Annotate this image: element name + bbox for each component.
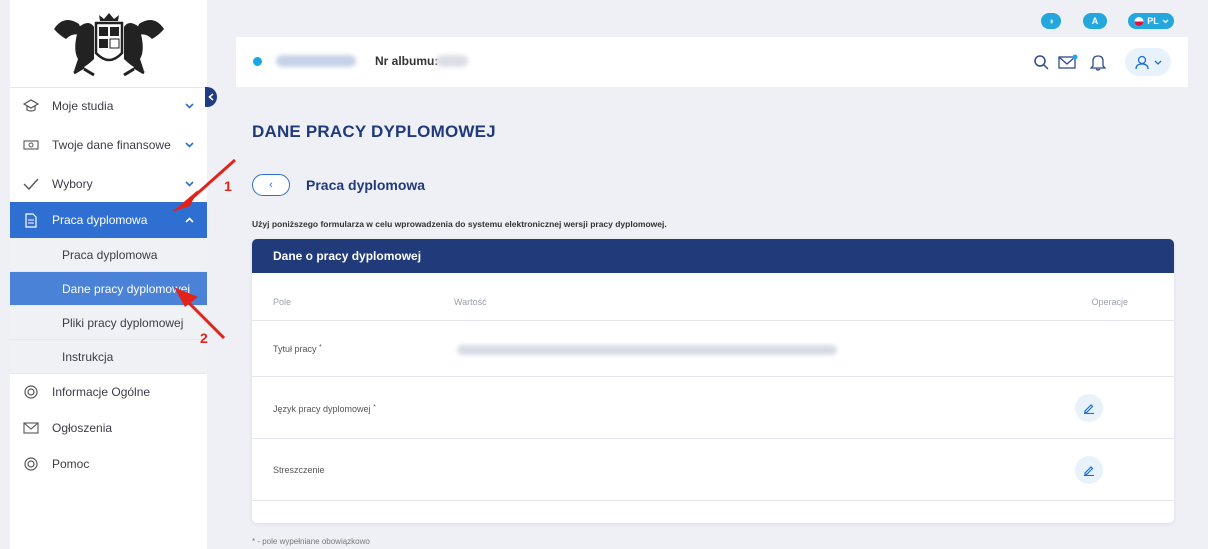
user-icon <box>1134 55 1149 69</box>
info-text: Użyj poniższego formularza w celu wprowa… <box>252 219 667 229</box>
contrast-toggle-button[interactable]: ◑ <box>1041 13 1061 29</box>
column-header-value: Wartość <box>454 297 487 307</box>
annotation-arrows <box>172 158 236 340</box>
sidebar-item-ogloszenia[interactable]: Ogłoszenia <box>10 410 207 446</box>
sidebar-item-label: Pomoc <box>52 456 90 471</box>
lifebuoy-icon <box>22 383 40 401</box>
section-subtitle: Praca dyplomowa <box>306 177 426 193</box>
annotation-label-1: 1 <box>224 178 232 194</box>
album-number-label: Nr albumu: <box>375 54 439 68</box>
card-header: Dane o pracy dyplomowej <box>252 239 1174 273</box>
chevron-down-icon <box>185 101 195 112</box>
sidebar-item-moje-studia[interactable]: Moje studia <box>10 88 207 124</box>
bell-icon <box>1090 54 1106 71</box>
notifications-button[interactable] <box>1087 51 1109 73</box>
table-header-row: Pole Wartość Operacje <box>252 273 1174 321</box>
user-menu-button[interactable] <box>1125 48 1171 76</box>
contrast-icon: ◑ <box>1048 16 1054 26</box>
document-icon <box>22 211 40 229</box>
checkmark-icon <box>22 175 40 193</box>
sidebar-item-label: Informacje Ogólne <box>52 384 151 399</box>
chevron-down-icon <box>1154 60 1161 65</box>
back-button[interactable]: ‹ <box>252 174 290 196</box>
mail-icon <box>1058 54 1078 69</box>
required-footnote: * - pole wypełniane obowiązkowo <box>252 537 370 546</box>
table-row: Język pracy dyplomowej * <box>252 377 1174 439</box>
row-field-label: Tytuł pracy * <box>273 344 322 354</box>
messages-button[interactable] <box>1057 51 1079 73</box>
thesis-title-value-redacted <box>457 345 837 355</box>
column-header-field: Pole <box>273 297 292 307</box>
row-field-label: Język pracy dyplomowej * <box>273 404 376 414</box>
column-header-operations: Operacje <box>1091 297 1128 307</box>
edit-abstract-button[interactable] <box>1075 456 1103 484</box>
lifebuoy-icon <box>22 455 40 473</box>
page-title: DANE PRACY DYPLOMOWEJ <box>252 122 496 141</box>
sidebar-item-label: Ogłoszenia <box>52 420 113 435</box>
font-size-label: A <box>1091 16 1099 26</box>
graduation-cap-icon <box>22 97 40 115</box>
top-header: Nr albumu: <box>236 37 1188 87</box>
table-row: Tytuł pracy * <box>252 321 1174 377</box>
chevron-down-icon <box>185 140 195 151</box>
language-selector[interactable]: PL <box>1128 13 1174 29</box>
crest-icon <box>53 12 164 76</box>
search-icon <box>1034 55 1049 70</box>
language-label: PL <box>1147 16 1159 26</box>
sidebar-item-pomoc[interactable]: Pomoc <box>10 446 207 482</box>
university-logo[interactable] <box>10 0 207 88</box>
sidebar-item-informacje[interactable]: Informacje Ogólne <box>10 374 207 410</box>
row-field-label: Streszczenie <box>273 465 325 475</box>
pencil-icon <box>1084 404 1094 414</box>
pencil-icon <box>1084 466 1094 476</box>
font-size-button[interactable]: A <box>1083 13 1107 29</box>
chevron-left-icon: ‹ <box>269 179 273 191</box>
sidebar-item-label: Moje studia <box>52 98 114 113</box>
table-row: Streszczenie <box>252 439 1174 501</box>
search-button[interactable] <box>1030 51 1052 73</box>
sidebar-collapse-button[interactable] <box>205 87 217 107</box>
banknote-icon <box>22 136 40 154</box>
thesis-data-card: Dane o pracy dyplomowej Pole Wartość Ope… <box>252 239 1174 523</box>
chevron-left-icon <box>208 93 214 101</box>
chevron-down-icon <box>1162 19 1169 23</box>
edit-language-button[interactable] <box>1075 394 1103 422</box>
annotation-label-2: 2 <box>200 330 208 346</box>
status-dot <box>253 57 262 66</box>
envelope-icon <box>22 419 40 437</box>
student-name-redacted <box>276 55 356 67</box>
polish-flag-icon <box>1134 16 1144 26</box>
album-number-redacted <box>436 55 468 67</box>
